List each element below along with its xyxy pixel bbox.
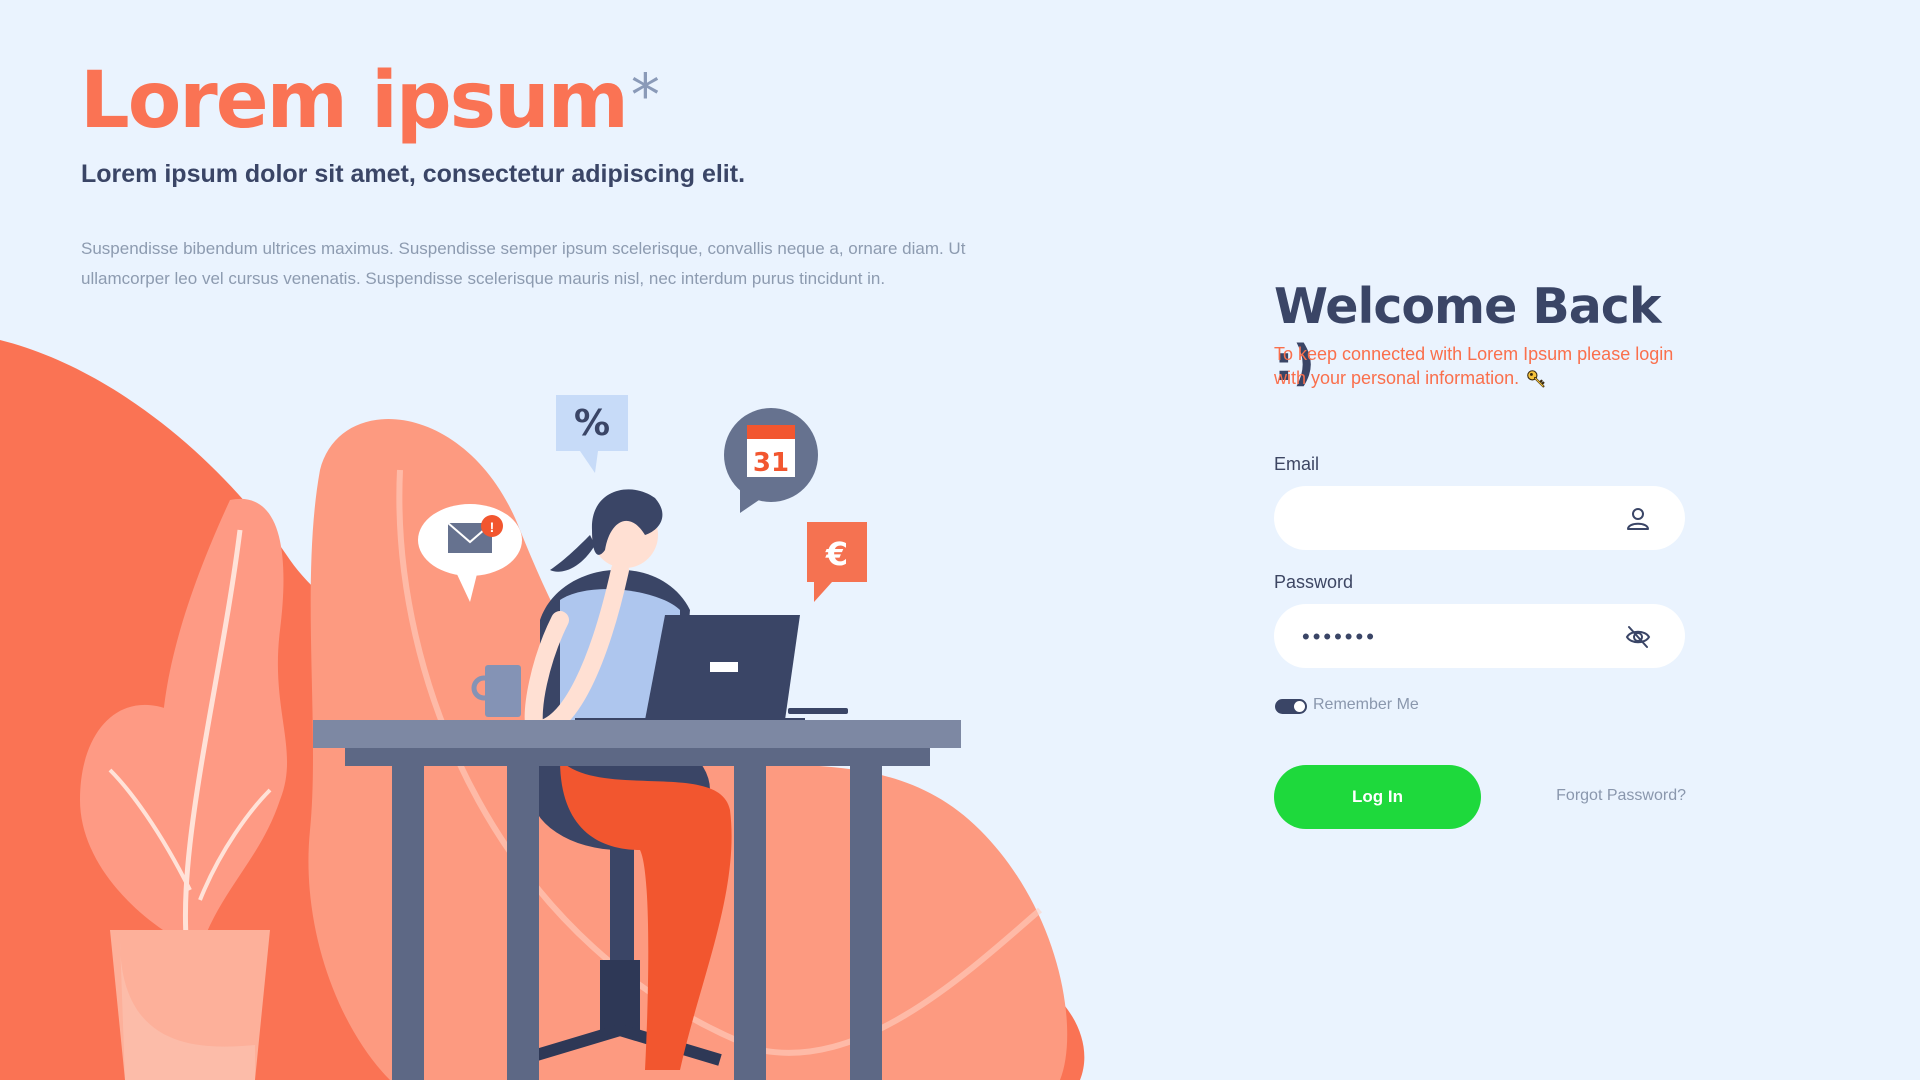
calendar-day: 31	[753, 448, 789, 478]
desk-under	[345, 748, 930, 766]
email-label: Email	[1274, 454, 1320, 474]
percent-bubble-tail	[580, 451, 598, 473]
remember-me-label[interactable]: Remember Me	[1313, 696, 1419, 714]
percent-icon: %	[574, 403, 610, 444]
remember-me-toggle[interactable]	[1275, 699, 1307, 714]
mail-alert-mark: !	[490, 519, 495, 535]
hero-title-text: Lorem ipsum	[80, 56, 629, 146]
email-field[interactable]	[1274, 486, 1685, 552]
desk-leg-1	[392, 766, 424, 1080]
hero-title-asterisk: *	[630, 61, 660, 129]
user-icon	[1627, 508, 1649, 530]
hero-paragraph: Suspendisse bibendum ultrices maximus. S…	[81, 239, 966, 288]
email-input[interactable]	[1300, 486, 1604, 552]
eye-off-icon[interactable]	[1625, 624, 1651, 650]
hero-title: Lorem ipsum*	[80, 61, 660, 140]
toggle-knob	[1294, 701, 1305, 712]
desk-leg-4	[850, 766, 882, 1080]
euro-bubble-tail	[814, 582, 832, 602]
desk-leg-3	[734, 766, 766, 1080]
hero-illustration: ! % 31 €	[0, 340, 1085, 1080]
password-input[interactable]	[1300, 604, 1604, 670]
calendar-header	[747, 425, 795, 439]
laptop-logo	[710, 662, 738, 672]
phone	[788, 708, 848, 714]
hero-subtitle: Lorem ipsum dolor sit amet, consectetur …	[81, 160, 746, 188]
login-button[interactable]: Log In	[1274, 765, 1481, 829]
desk-top	[313, 720, 961, 748]
welcome-subheading: To keep connected with Lorem Ipsum pleas…	[1274, 342, 1694, 390]
desk-leg-2	[507, 766, 539, 1080]
euro-icon: €	[825, 535, 848, 573]
password-label: Password	[1274, 572, 1354, 592]
woman-ponytail	[550, 535, 595, 572]
password-field[interactable]	[1274, 604, 1685, 670]
welcome-subheading-text: To keep connected with Lorem Ipsum pleas…	[1274, 344, 1674, 388]
login-panel: Welcome Back :) To keep connected with L…	[1274, 0, 1686, 1080]
forgot-password-link[interactable]: Forgot Password?	[1556, 787, 1686, 805]
key-icon	[1527, 370, 1545, 388]
mug	[485, 665, 521, 717]
chair-base	[600, 960, 640, 1030]
